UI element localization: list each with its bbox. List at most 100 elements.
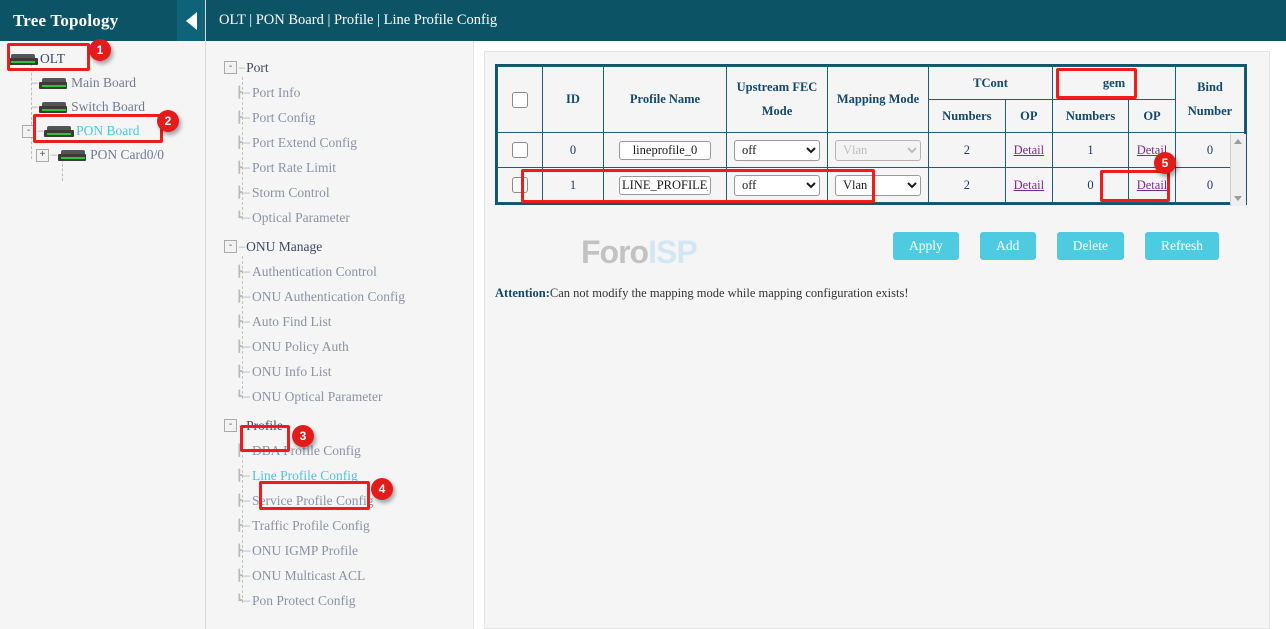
upstream-fec-select[interactable]: off — [734, 140, 820, 161]
nav-group-title: Port — [246, 60, 269, 76]
nav-item-authentication-control[interactable]: ┣---Authentication Control — [206, 259, 473, 284]
tree-expander-minus-icon[interactable]: - — [22, 125, 35, 138]
mapping-mode-select[interactable]: Vlan — [835, 140, 921, 161]
row-id: 1 — [543, 168, 604, 203]
refresh-button[interactable]: Refresh — [1145, 232, 1219, 260]
annotation-badge-2: 2 — [157, 110, 179, 132]
nav-item-auto-find-list[interactable]: ┣---Auto Find List — [206, 309, 473, 334]
tree-branch-icon: ┣--- — [236, 340, 250, 353]
tree-item-main-board[interactable]: – Main Board — [0, 71, 205, 95]
nav-item-port-config[interactable]: ┣---Port Config — [206, 105, 473, 130]
device-icon — [39, 102, 69, 113]
watermark-part2: ISP — [648, 234, 697, 270]
tree-item-label: PON Board — [76, 123, 139, 139]
device-icon — [44, 126, 74, 137]
col-group-tcont: TCont — [929, 67, 1053, 100]
add-button[interactable]: Add — [980, 232, 1036, 260]
tree-branch-icon: ┣--- — [236, 544, 250, 557]
tree-branch-icon: ┗--- — [236, 390, 250, 403]
profile-name-input[interactable] — [619, 141, 711, 160]
tree-branch-icon: ┗--- — [236, 211, 250, 224]
tree-branch-icon: – — [239, 420, 245, 432]
row-mapping-cell: Vlan — [828, 133, 929, 168]
nav-item-onu-info-list[interactable]: ┣---ONU Info List — [206, 359, 473, 384]
sidebar-collapse-button[interactable] — [177, 0, 205, 41]
nav-item-optical-parameter[interactable]: ┗---Optical Parameter — [206, 205, 473, 230]
device-icon — [39, 78, 69, 89]
annotation-badge-1: 1 — [89, 39, 111, 61]
nav-group-title: ONU Manage — [246, 239, 322, 255]
tree-branch-icon: ┗--- — [236, 594, 250, 607]
row-gem-numbers: 1 — [1053, 133, 1129, 168]
nav-item-onu-igmp-profile[interactable]: ┣---ONU IGMP Profile — [206, 538, 473, 563]
nav-item-onu-authentication-config[interactable]: ┣---ONU Authentication Config — [206, 284, 473, 309]
row-tcont-numbers: 2 — [929, 168, 1006, 203]
row-tcont-numbers: 2 — [929, 133, 1006, 168]
scroll-down-icon[interactable] — [1234, 196, 1242, 201]
gem-detail-link[interactable]: Detail — [1137, 178, 1168, 192]
nav-item-port-extend-config[interactable]: ┣---Port Extend Config — [206, 130, 473, 155]
row-fec-cell: off — [727, 168, 828, 203]
nav-item-label: ONU Optical Parameter — [252, 389, 382, 405]
select-all-checkbox[interactable] — [512, 92, 528, 108]
scroll-up-icon[interactable] — [1234, 139, 1242, 144]
table-row[interactable]: 1 off — [498, 168, 1245, 203]
nav-group-header-port[interactable]: - – Port — [206, 55, 473, 80]
nav-item-line-profile-config[interactable]: ┣---Line Profile Config — [206, 463, 473, 488]
nav-expander-minus-icon[interactable]: - — [224, 419, 237, 432]
device-icon — [58, 150, 88, 161]
sidebar-title: Tree Topology — [0, 11, 118, 31]
nav-group-header-onu-manage[interactable]: - – ONU Manage — [206, 234, 473, 259]
nav-item-label: ONU Policy Auth — [252, 339, 349, 355]
row-tcont-op: Detail — [1005, 133, 1052, 168]
col-upstream-fec-line2: Mode — [729, 104, 825, 119]
col-group-gem: gem — [1053, 67, 1176, 100]
table-header: ID Profile Name Upstream FEC Mode Mappin… — [498, 67, 1245, 133]
tree-item-pon-card[interactable]: + – PON Card0/0 — [0, 143, 205, 167]
nav-group-header-profile[interactable]: - – Profile — [206, 413, 473, 438]
nav-item-storm-control[interactable]: ┣---Storm Control — [206, 180, 473, 205]
col-tcont-op: OP — [1005, 100, 1052, 133]
nav-item-traffic-profile-config[interactable]: ┣---Traffic Profile Config — [206, 513, 473, 538]
tree-branch-icon: ┣--- — [236, 444, 250, 457]
col-gem-numbers: Numbers — [1053, 100, 1129, 133]
apply-button[interactable]: Apply — [893, 232, 959, 260]
nav-item-port-rate-limit[interactable]: ┣---Port Rate Limit — [206, 155, 473, 180]
profile-name-input[interactable] — [619, 176, 711, 195]
nav-expander-minus-icon[interactable]: - — [224, 240, 237, 253]
row-id: 0 — [543, 133, 604, 168]
row-checkbox[interactable] — [512, 142, 528, 158]
nav-item-onu-policy-auth[interactable]: ┣---ONU Policy Auth — [206, 334, 473, 359]
table-row[interactable]: 0 off — [498, 133, 1245, 168]
nav-item-port-info[interactable]: ┣---Port Info — [206, 80, 473, 105]
table-vertical-scrollbar[interactable] — [1230, 134, 1246, 206]
row-select-cell — [498, 133, 543, 168]
nav-expander-minus-icon[interactable]: - — [224, 61, 237, 74]
tree-branch-icon: ┣--- — [236, 519, 250, 532]
tcont-detail-link[interactable]: Detail — [1014, 178, 1045, 192]
row-profile-name-cell — [604, 133, 727, 168]
nav-item-onu-optical-parameter[interactable]: ┗---ONU Optical Parameter — [206, 384, 473, 409]
nav-item-label: Port Config — [252, 110, 315, 126]
upstream-fec-select[interactable]: off — [734, 175, 820, 196]
nav-item-label: ONU IGMP Profile — [252, 543, 358, 559]
col-id: ID — [543, 67, 604, 133]
tree-branch-icon: – — [37, 125, 43, 137]
nav-item-onu-multicast-acl[interactable]: ┣---ONU Multicast ACL — [206, 563, 473, 588]
col-bind-line2: Number — [1178, 104, 1242, 119]
tree-item-label: PON Card0/0 — [90, 147, 164, 163]
sidebar-header: Tree Topology — [0, 0, 205, 41]
delete-button[interactable]: Delete — [1057, 232, 1124, 260]
nav-item-label: ONU Info List — [252, 364, 332, 380]
tree-branch-icon: – — [239, 241, 245, 253]
nav-item-pon-protect-config[interactable]: ┗---Pon Protect Config — [206, 588, 473, 613]
row-checkbox[interactable] — [512, 177, 528, 193]
mapping-mode-select[interactable]: Vlan — [835, 175, 921, 196]
nav-item-dba-profile-config[interactable]: ┣---DBA Profile Config — [206, 438, 473, 463]
col-upstream-fec-mode: Upstream FEC Mode — [727, 67, 828, 133]
nav-item-service-profile-config[interactable]: ┣---Service Profile Config — [206, 488, 473, 513]
col-mapping-mode: Mapping Mode — [828, 67, 929, 133]
tree-expander-plus-icon[interactable]: + — [36, 149, 49, 162]
tcont-detail-link[interactable]: Detail — [1014, 143, 1045, 157]
col-upstream-fec-line1: Upstream FEC — [729, 80, 825, 95]
